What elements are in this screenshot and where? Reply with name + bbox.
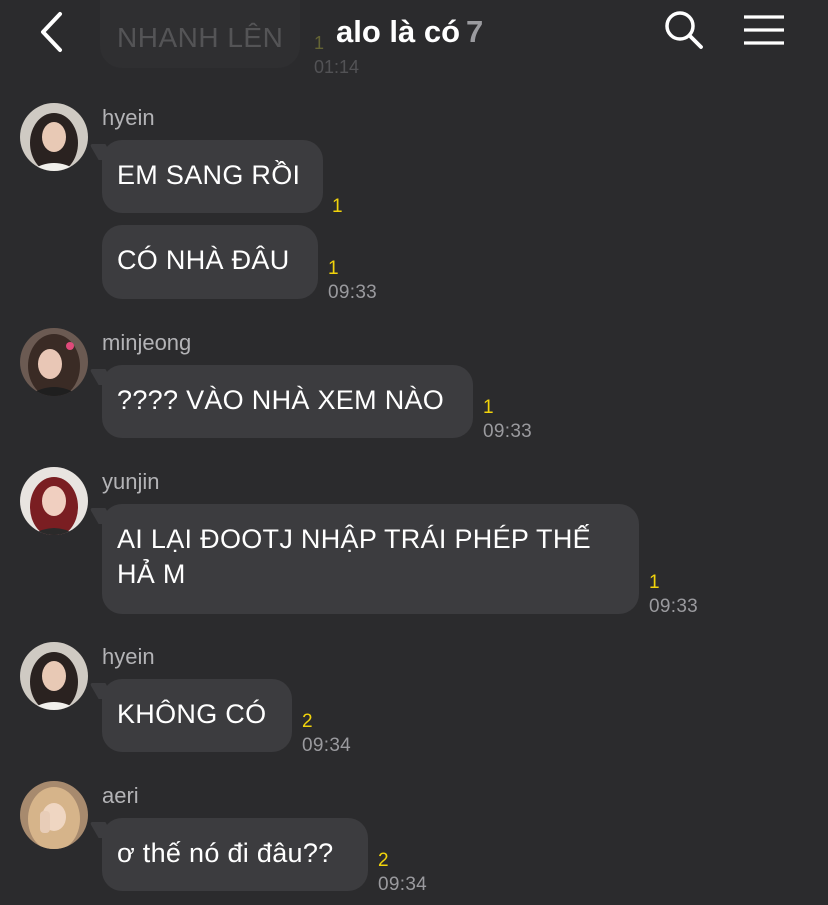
sender-name: hyein	[102, 105, 155, 130]
scrolled-message-text: NHANH LÊN	[117, 22, 284, 53]
message-bubble[interactable]: AI LẠI ĐOOTJ NHẬP TRÁI PHÉP THẾ HẢ M	[102, 504, 639, 614]
profile-photo-icon	[20, 328, 88, 396]
message-text: ???? VÀO NHÀ XEM NÀO	[117, 385, 445, 415]
message-text: AI LẠI ĐOOTJ NHẬP TRÁI PHÉP THẾ HẢ M	[117, 524, 591, 589]
chat-header: NHANH LÊN 1 01:14 alo là có 7	[0, 0, 828, 78]
avatar-hyein[interactable]	[20, 642, 88, 710]
search-icon	[665, 11, 703, 49]
unread-count: 1	[649, 572, 660, 593]
message-time: 09:34	[302, 735, 352, 756]
message-bubble[interactable]: EM SANG RỒI	[102, 140, 323, 213]
profile-photo-icon	[20, 642, 88, 710]
avatar-aeri[interactable]	[20, 781, 88, 849]
profile-photo-icon	[20, 467, 88, 535]
scrolled-message-unread: 1	[314, 33, 325, 53]
message-time: 09:33	[328, 282, 378, 303]
message-text: EM SANG RỒI	[117, 160, 301, 190]
message-bubble[interactable]: KHÔNG CÓ	[102, 679, 292, 752]
hamburger-menu-icon	[744, 15, 784, 45]
message-bubble[interactable]: CÓ NHÀ ĐÂU	[102, 225, 318, 299]
profile-photo-icon	[20, 103, 88, 171]
unread-count: 1	[332, 196, 343, 217]
profile-photo-icon	[20, 781, 88, 849]
unread-count: 1	[328, 258, 339, 279]
sender-name: hyein	[102, 644, 155, 669]
chevron-left-icon	[41, 12, 62, 52]
search-button[interactable]	[664, 10, 704, 50]
back-button[interactable]	[34, 10, 70, 54]
unread-count: 2	[378, 850, 389, 871]
menu-button[interactable]	[743, 14, 785, 46]
unread-count: 2	[302, 711, 313, 732]
message-time: 09:33	[483, 421, 533, 442]
message-bubble[interactable]: ơ thế nó đi đâu??	[102, 818, 368, 891]
avatar-yunjin[interactable]	[20, 467, 88, 535]
message-bubble[interactable]: ???? VÀO NHÀ XEM NÀO	[102, 365, 473, 438]
message-time: 09:33	[649, 596, 699, 617]
member-count: 7	[466, 14, 484, 49]
sender-name: aeri	[102, 783, 139, 808]
message-time: 09:34	[378, 874, 428, 895]
message-text: CÓ NHÀ ĐÂU	[117, 245, 290, 275]
message-text: KHÔNG CÓ	[117, 699, 267, 729]
avatar-hyein[interactable]	[20, 103, 88, 171]
chat-title-text: alo là có	[336, 14, 461, 49]
chat-title[interactable]: alo là có 7	[336, 14, 483, 50]
sender-name: minjeong	[102, 330, 192, 355]
unread-count: 1	[483, 397, 494, 418]
message-text: ơ thế nó đi đâu??	[117, 838, 334, 868]
scrolled-message-time: 01:14	[314, 57, 360, 77]
avatar-minjeong[interactable]	[20, 328, 88, 396]
sender-name: yunjin	[102, 469, 160, 494]
